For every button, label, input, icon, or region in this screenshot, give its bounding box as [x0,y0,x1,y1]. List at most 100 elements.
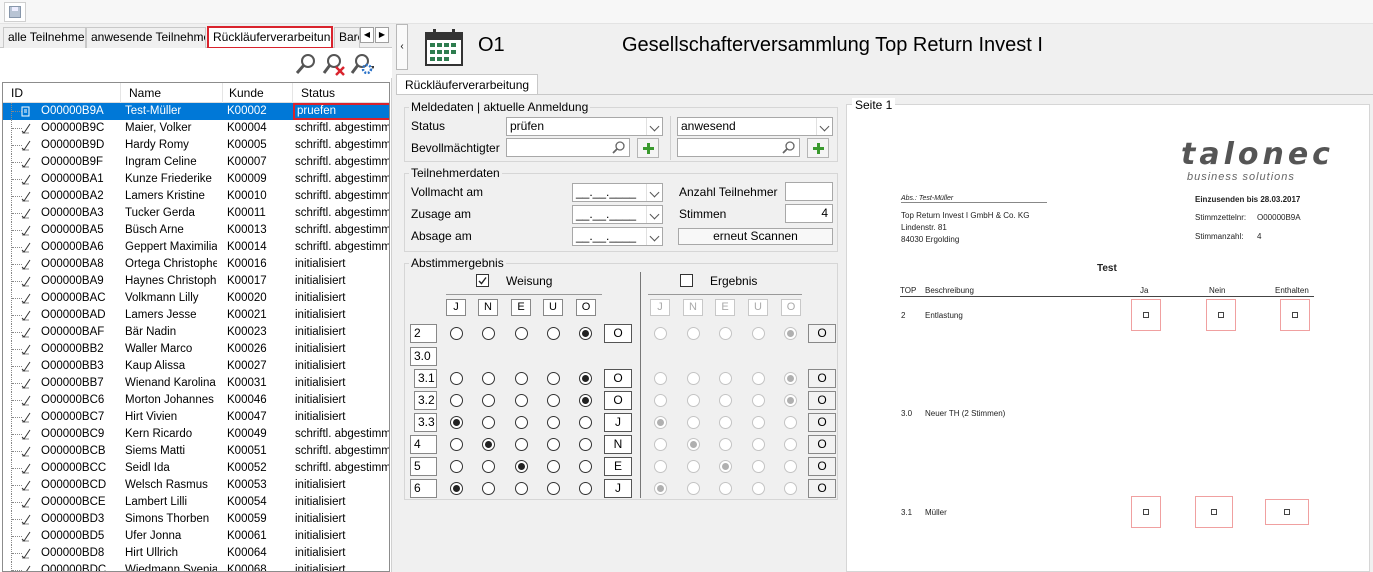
table-row[interactable]: O00000BD8 Hirt Ullrich K00064 initialisiert [3,545,389,562]
table-row[interactable]: O00000B9F Ingram Celine K00007 schriftl. ab… [3,154,389,171]
ergebnis-value-3-1[interactable]: O [808,369,836,388]
weisung-radio-3-3-j[interactable] [450,416,463,429]
weisung-radio-3-1-e[interactable] [515,372,528,385]
table-row[interactable]: O00000BCD Welsch Rasmus K00053 initialisier… [3,477,389,494]
add-bevollmaechtigter-button-2[interactable] [807,138,829,158]
table-row[interactable]: O00000BCB Siems Matti K00051 schriftl. abge… [3,443,389,460]
ergebnis-checkbox[interactable] [680,274,693,287]
weisung-radio-5-j[interactable] [450,460,463,473]
column-header-kunde[interactable]: Kunde [223,83,293,103]
weisung-radio-3-1-n[interactable] [482,372,495,385]
ergebnis-value-5[interactable]: O [808,457,836,476]
weisung-radio-4-u[interactable] [547,438,560,451]
status-select[interactable]: prüfen [506,117,663,136]
column-header-name[interactable]: Name [121,83,223,103]
table-row[interactable]: O00000BA9 Haynes Christoph K00017 initialis… [3,273,389,290]
bevollmaechtigter-input-2[interactable] [677,138,800,157]
table-row[interactable]: O00000BD3 Simons Thorben K00059 initialisie… [3,511,389,528]
weisung-radio-3-3-n[interactable] [482,416,495,429]
tab-rueckläufer-detail[interactable]: Rückläuferverarbeitung [396,74,539,95]
table-row[interactable]: O00000BA1 Kunze Friederike K00009 schriftl.… [3,171,389,188]
tab-anwesende-teilnehmer[interactable]: anwesende Teilnehmer [86,27,206,48]
weisung-radio-6-n[interactable] [482,482,495,495]
table-row[interactable]: O00000BA6 Geppert Maximilian K00014 schrift… [3,239,389,256]
table-row[interactable]: O00000B9D Hardy Romy K00005 schriftl. abges… [3,137,389,154]
weisung-radio-3-2-e[interactable] [515,394,528,407]
save-icon[interactable] [4,2,26,22]
collapse-panel-button[interactable]: ‹ [396,24,408,70]
ergebnis-value-3-2[interactable]: O [808,391,836,410]
table-row[interactable]: O00000BC9 Kern Ricardo K00049 schriftl. abg… [3,426,389,443]
weisung-radio-5-n[interactable] [482,460,495,473]
table-row[interactable]: O00000BB7 Wienand Karolina K00031 initialis… [3,375,389,392]
weisung-radio-2-u[interactable] [547,327,560,340]
ergebnis-value-4[interactable]: O [808,435,836,454]
table-row[interactable]: O00000BCE Lambert Lilli K00054 initialisier… [3,494,389,511]
table-row[interactable]: O00000BC7 Hirt Vivien K00047 initialisiert [3,409,389,426]
table-row[interactable]: O00000BA5 Büsch Arne K00013 schriftl. abges… [3,222,389,239]
weisung-radio-2-j[interactable] [450,327,463,340]
absage-date[interactable]: __.__.____ [572,227,663,246]
tab-rueckläuferverarbeitung[interactable]: Rückläuferverarbeitung [207,26,333,49]
weisung-radio-3-1-u[interactable] [547,372,560,385]
weisung-radio-5-o[interactable] [579,460,592,473]
search-icon[interactable] [782,140,796,154]
weisung-radio-4-j[interactable] [450,438,463,451]
vollmacht-date[interactable]: __.__.____ [572,183,663,202]
weisung-radio-6-j[interactable] [450,482,463,495]
column-header-status[interactable]: Status [293,83,389,103]
weisung-radio-3-1-o[interactable] [579,372,592,385]
weisung-radio-3-2-j[interactable] [450,394,463,407]
weisung-radio-6-u[interactable] [547,482,560,495]
tab-scroll-right-icon[interactable]: ▶ [375,27,389,43]
table-row[interactable]: O00000BDC Wiedmann Svenja K00068 initialisi… [3,562,389,571]
clear-search-icon[interactable] [322,52,346,76]
search-icon[interactable] [294,52,318,76]
table-row[interactable]: O00000BA2 Lamers Kristine K00010 schriftl. … [3,188,389,205]
table-row[interactable]: O00000BA8 Ortega Christopher K00016 initial… [3,256,389,273]
table-row[interactable]: O00000B9A Test-Müller K00002 pruefen [3,103,389,120]
weisung-radio-6-e[interactable] [515,482,528,495]
table-row[interactable]: O00000BAC Volkmann Lilly K00020 initialisie… [3,290,389,307]
bevollmaechtigter-input[interactable] [506,138,630,157]
search-settings-icon[interactable] [350,52,374,76]
weisung-radio-2-e[interactable] [515,327,528,340]
table-row[interactable]: O00000BB3 Kaup Alissa K00027 initialisiert [3,358,389,375]
add-bevollmaechtigter-button[interactable] [637,138,659,158]
weisung-radio-2-o[interactable] [579,327,592,340]
search-icon[interactable] [612,140,626,154]
anzahl-teilnehmer-field[interactable] [785,182,833,201]
table-row[interactable]: O00000BAF Bär Nadin K00023 initialisiert [3,324,389,341]
weisung-radio-2-n[interactable] [482,327,495,340]
stimmen-field[interactable]: 4 [785,204,833,223]
table-row[interactable]: O00000B9C Maier, Volker K00004 schriftl. ab… [3,120,389,137]
tab-alle-teilnehmer[interactable]: alle Teilnehmer [3,27,86,48]
column-header-id[interactable]: ID [3,83,121,103]
weisung-radio-4-o[interactable] [579,438,592,451]
weisung-radio-3-3-o[interactable] [579,416,592,429]
weisung-radio-6-o[interactable] [579,482,592,495]
table-row[interactable]: O00000BD5 Ufer Jonna K00061 initialisiert [3,528,389,545]
table-row[interactable]: O00000BB2 Waller Marco K00026 initialisiert [3,341,389,358]
ergebnis-value-2[interactable]: O [808,324,836,343]
ergebnis-value-3-3[interactable]: O [808,413,836,432]
weisung-radio-3-3-u[interactable] [547,416,560,429]
table-row[interactable]: O00000BA3 Tucker Gerda K00011 schriftl. abg… [3,205,389,222]
ergebnis-value-6[interactable]: O [808,479,836,498]
tab-barcode[interactable]: Barc [334,27,360,48]
weisung-radio-4-e[interactable] [515,438,528,451]
weisung-radio-4-n[interactable] [482,438,495,451]
weisung-radio-5-u[interactable] [547,460,560,473]
tab-scroll-left-icon[interactable]: ◀ [360,27,374,43]
table-row[interactable]: O00000BAD Lamers Jesse K00021 initialisiert [3,307,389,324]
weisung-radio-3-2-o[interactable] [579,394,592,407]
rescan-button[interactable]: erneut Scannen [678,228,833,245]
table-row[interactable]: O00000BC6 Morton Johannes K00046 initialisi… [3,392,389,409]
weisung-radio-3-2-u[interactable] [547,394,560,407]
weisung-checkbox[interactable] [476,274,489,287]
weisung-radio-5-e[interactable] [515,460,528,473]
weisung-radio-3-3-e[interactable] [515,416,528,429]
presence-select[interactable]: anwesend [677,117,833,136]
table-row[interactable]: O00000BCC Seidl Ida K00052 schriftl. abgest… [3,460,389,477]
zusage-date[interactable]: __.__.____ [572,205,663,224]
